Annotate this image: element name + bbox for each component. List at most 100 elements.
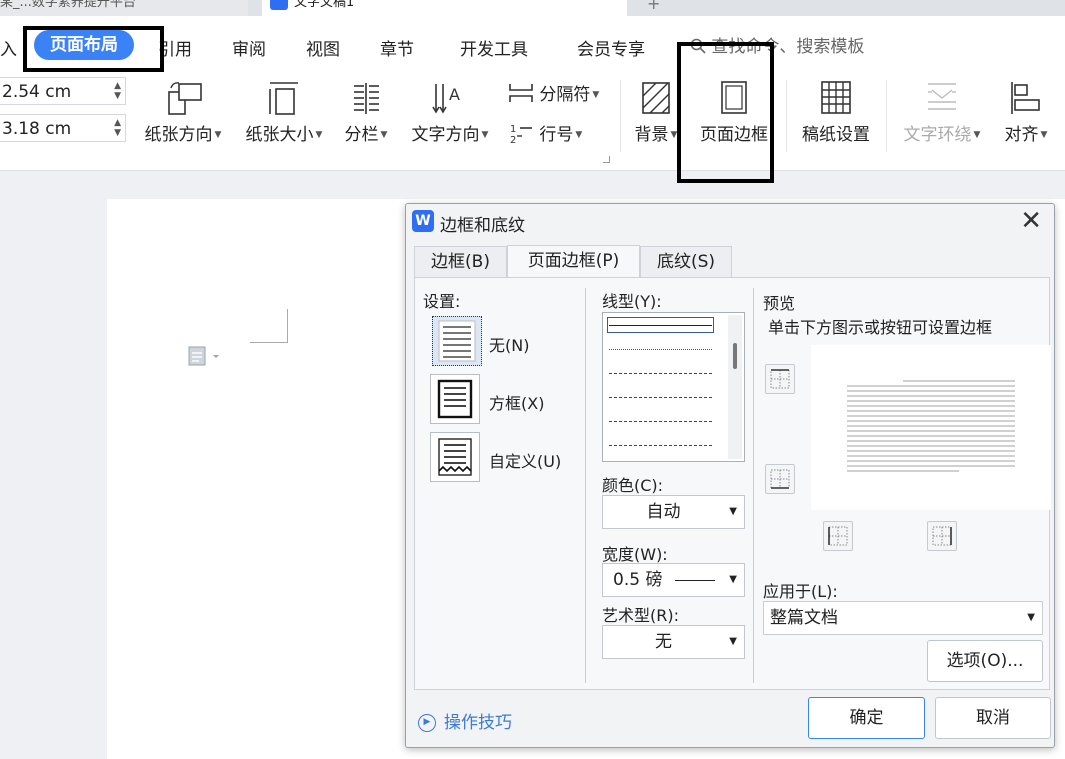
spin-arrows-icon[interactable]: ▲ ▼ <box>114 118 121 138</box>
line-style-dotted[interactable] <box>609 349 712 350</box>
tab-document-label: 文字文稿1 <box>294 0 355 10</box>
margin-left-input[interactable]: 3.18 cm ▲ ▼ <box>0 114 126 142</box>
margin-corner-mark <box>250 309 288 343</box>
border-bottom-button[interactable] <box>765 464 795 494</box>
ok-button[interactable]: 确定 <box>808 697 925 739</box>
caret-down-icon: ▼ <box>315 130 323 140</box>
border-right-icon <box>932 526 952 546</box>
margin-top-input[interactable]: 2.54 cm ▲ ▼ <box>0 77 126 105</box>
margin-left-value: 3.18 cm <box>2 119 72 139</box>
breaks-button[interactable]: 分隔符 ▼ <box>508 80 608 105</box>
caret-down-icon: ▼ <box>1040 130 1048 140</box>
text-direction-label: 文字方向 <box>411 125 480 145</box>
tab-shading[interactable]: 底纹(S) <box>640 246 732 277</box>
border-top-icon <box>770 369 790 389</box>
align-label: 对齐 <box>1004 125 1039 145</box>
line-style-long-dash[interactable] <box>609 421 712 422</box>
background-button[interactable]: 背景 ▼ <box>630 80 682 145</box>
paper-size-label: 纸张大小 <box>245 125 314 145</box>
text-wrap-icon <box>928 83 956 110</box>
caret-down-icon: ▼ <box>575 130 583 140</box>
color-value: 自动 <box>646 502 681 522</box>
borders-shading-dialog: W 边框和底纹 ✕ 边框(B) 页面边框(P) 底纹(S) 设置: 无(N) 方… <box>405 203 1055 748</box>
tab-strip: 某_...数字素养提升平台 文字文稿1 + <box>0 0 1065 16</box>
border-left-button[interactable] <box>823 521 853 551</box>
page-border-panel: 设置: 无(N) 方框(X) 自定义(U) 线型(Y): 颜色(C): 自动 ▼… <box>414 277 1051 690</box>
border-top-button[interactable] <box>765 364 795 394</box>
ribbon-separator <box>620 80 621 152</box>
close-icon[interactable]: ✕ <box>1020 206 1042 236</box>
caret-down-icon: ▼ <box>592 90 600 100</box>
dropdown-arrow-icon: ▼ <box>729 506 737 517</box>
text-wrap-label: 文字环绕 <box>903 125 972 145</box>
setting-box-label[interactable]: 方框(X) <box>489 390 544 414</box>
menu-item-insert[interactable]: 入 <box>0 35 17 60</box>
paragraph-layout-icon[interactable] <box>187 345 221 370</box>
wps-doc-icon <box>270 0 288 10</box>
columns-button[interactable]: 分栏 ▼ <box>340 80 392 145</box>
tips-label: 操作技巧 <box>444 713 512 733</box>
columns-icon <box>354 83 379 114</box>
dialog-launcher-icon[interactable] <box>603 156 610 163</box>
paper-size-button[interactable]: 纸张大小 ▼ <box>241 80 327 145</box>
new-tab-button[interactable]: + <box>647 0 660 13</box>
align-icon <box>1011 82 1040 114</box>
width-select[interactable]: 0.5 磅 ▼ <box>602 563 745 597</box>
apply-to-label: 应用于(L): <box>763 582 838 601</box>
setting-custom-icon <box>438 438 472 476</box>
dropdown-arrow-icon: ▼ <box>729 636 737 647</box>
orientation-button[interactable]: 纸张方向 ▼ <box>140 80 226 145</box>
document-icon <box>188 346 219 366</box>
art-select[interactable]: 无 ▼ <box>602 625 745 659</box>
cancel-button[interactable]: 取消 <box>935 697 1051 739</box>
setting-none-swatch[interactable] <box>432 316 482 366</box>
caret-down-icon: ▼ <box>973 130 981 140</box>
border-left-icon <box>828 526 848 546</box>
svg-text:2: 2 <box>510 135 516 144</box>
line-style-scrollbar[interactable] <box>728 315 742 459</box>
ribbon-separator <box>886 80 887 152</box>
text-wrap-button[interactable]: 文字环绕 ▼ <box>898 80 986 145</box>
menu-item-chapter[interactable]: 章节 <box>380 35 414 60</box>
menu-item-review[interactable]: 审阅 <box>232 35 266 60</box>
border-right-button[interactable] <box>927 521 957 551</box>
align-button[interactable]: 对齐 ▼ <box>998 80 1054 145</box>
scrollbar-thumb[interactable] <box>733 343 737 369</box>
highlight-box-page-layout <box>23 26 164 72</box>
setting-custom-swatch[interactable] <box>430 432 480 482</box>
setting-custom-label[interactable]: 自定义(U) <box>489 448 561 472</box>
wps-logo-icon: W <box>412 210 434 232</box>
options-button[interactable]: 选项(O)... <box>927 640 1043 682</box>
settings-label: 设置: <box>423 292 461 311</box>
manuscript-button[interactable]: 稿纸设置 <box>796 80 876 145</box>
line-style-list[interactable] <box>602 312 745 462</box>
setting-none-label[interactable]: 无(N) <box>489 332 529 356</box>
line-style-label: 线型(Y): <box>602 292 662 311</box>
apply-to-select[interactable]: 整篇文档 ▼ <box>763 601 1043 635</box>
tips-link[interactable]: ▶ 操作技巧 <box>418 708 512 733</box>
preview-page-graphic <box>847 380 1015 472</box>
preview-area[interactable] <box>811 345 1051 510</box>
tab-borders[interactable]: 边框(B) <box>414 246 507 277</box>
column-divider <box>753 288 754 683</box>
dialog-title: 边框和底纹 <box>440 216 525 236</box>
menu-item-member[interactable]: 会员专享 <box>577 35 645 60</box>
menu-item-dev-tools[interactable]: 开发工具 <box>460 35 528 60</box>
border-bottom-icon <box>770 469 790 489</box>
width-line-sample <box>675 580 715 581</box>
menu-item-view[interactable]: 视图 <box>306 35 340 60</box>
line-numbers-button[interactable]: 12 行号 ▼ <box>508 120 608 145</box>
dropdown-arrow-icon: ▼ <box>1027 612 1035 623</box>
color-select[interactable]: 自动 ▼ <box>602 495 745 529</box>
tab-page-border[interactable]: 页面边框(P) <box>507 245 640 278</box>
setting-none-icon <box>438 320 476 362</box>
setting-box-swatch[interactable] <box>430 374 480 424</box>
spin-arrows-icon[interactable]: ▲ ▼ <box>114 81 121 101</box>
tab-other[interactable]: 某_...数字素养提升平台 <box>0 0 248 16</box>
line-style-dash-dot[interactable] <box>609 397 712 398</box>
line-style-solid[interactable] <box>609 325 712 326</box>
text-direction-button[interactable]: A 文字方向 ▼ <box>407 80 493 145</box>
line-style-dashed[interactable] <box>609 373 712 374</box>
line-style-dash-dot-dot[interactable] <box>609 445 712 446</box>
tab-document[interactable]: 文字文稿1 <box>262 0 627 16</box>
